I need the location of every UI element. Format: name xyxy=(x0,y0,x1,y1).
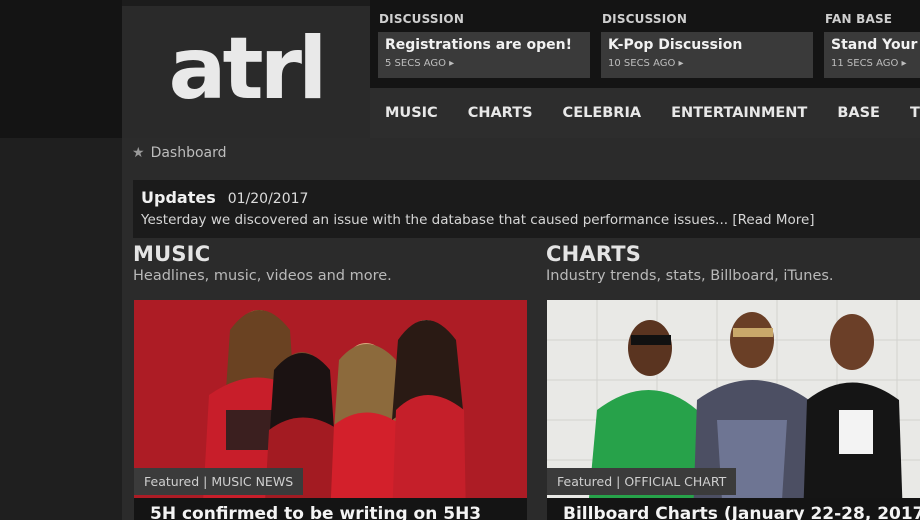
section-subtitle: Headlines, music, videos and more. xyxy=(133,268,392,284)
discussion-category: DISCUSSION xyxy=(379,12,465,26)
nav-celebria[interactable]: CELEBRIA xyxy=(548,105,657,121)
star-icon: ★ xyxy=(132,145,145,161)
music-section: MUSIC Headlines, music, videos and more. xyxy=(133,242,392,284)
discussion-time: 10 SECS AGO ▸ xyxy=(608,58,684,69)
music-headline[interactable]: 5H confirmed to be writing on 5H3 xyxy=(134,498,527,520)
discussion-time: 5 SECS AGO ▸ xyxy=(385,58,455,69)
nav-base[interactable]: BASE xyxy=(822,105,895,121)
discussion-category: FAN BASE xyxy=(825,12,893,26)
breadcrumb-dashboard[interactable]: Dashboard xyxy=(151,145,227,161)
left-gutter xyxy=(0,138,122,520)
charts-section: CHARTS Industry trends, stats, Billboard… xyxy=(546,242,834,284)
charts-headline[interactable]: Billboard Charts (January 22-28, 2017) xyxy=(547,498,920,520)
discussion-item[interactable]: FAN BASE Stand Your G 11 SECS AGO ▸ xyxy=(816,12,920,78)
updates-date: 01/20/2017 xyxy=(227,191,309,207)
main-nav: MUSIC CHARTS CELEBRIA ENTERTAINMENT BASE… xyxy=(370,88,920,138)
left-header-strip xyxy=(0,0,122,138)
discussion-ticker: DISCUSSION Registrations are open! 5 SEC… xyxy=(370,0,920,88)
section-subtitle: Industry trends, stats, Billboard, iTune… xyxy=(546,268,834,284)
updates-notice: Updates 01/20/2017 Yesterday we discover… xyxy=(133,180,920,238)
discussion-item[interactable]: DISCUSSION K-Pop Discussion 10 SECS AGO … xyxy=(593,12,813,78)
nav-charts[interactable]: CHARTS xyxy=(453,105,548,121)
headline-bar[interactable]: Billboard Charts (January 22-28, 2017) xyxy=(547,498,920,520)
headline-bar[interactable]: 5H confirmed to be writing on 5H3 xyxy=(134,498,527,520)
updates-text[interactable]: Yesterday we discovered an issue with th… xyxy=(141,212,912,228)
discussion-card[interactable]: Registrations are open! 5 SECS AGO ▸ xyxy=(378,32,590,78)
updates-title: Updates xyxy=(141,188,216,207)
logo-text: atrl xyxy=(168,19,327,119)
charts-featured-image[interactable]: Featured | OFFICIAL CHART Billboard Char… xyxy=(547,300,920,520)
breadcrumb: ★ Dashboard xyxy=(132,145,227,161)
nav-music[interactable]: MUSIC xyxy=(370,105,453,121)
discussion-title[interactable]: Stand Your G xyxy=(831,37,920,53)
featured-tag[interactable]: Featured | OFFICIAL CHART xyxy=(547,468,737,495)
discussion-title[interactable]: Registrations are open! xyxy=(385,37,583,53)
discussion-category: DISCUSSION xyxy=(602,12,688,26)
nav-entertainment[interactable]: ENTERTAINMENT xyxy=(656,105,822,121)
discussion-time: 11 SECS AGO ▸ xyxy=(831,58,907,69)
featured-tag[interactable]: Featured | MUSIC NEWS xyxy=(134,468,304,495)
section-title[interactable]: MUSIC xyxy=(133,242,392,266)
discussion-title[interactable]: K-Pop Discussion xyxy=(608,37,806,53)
nav-the-lounge[interactable]: THE LOU xyxy=(895,105,920,121)
discussion-card[interactable]: Stand Your G 11 SECS AGO ▸ xyxy=(824,32,920,78)
music-featured-image[interactable]: Featured | MUSIC NEWS 5H confirmed to be… xyxy=(134,300,527,520)
discussion-card[interactable]: K-Pop Discussion 10 SECS AGO ▸ xyxy=(601,32,813,78)
main-content: ★ Dashboard Updates 01/20/2017 Yesterday… xyxy=(122,138,920,520)
site-logo[interactable]: atrl xyxy=(122,6,370,138)
section-title[interactable]: CHARTS xyxy=(546,242,834,266)
discussion-item[interactable]: DISCUSSION Registrations are open! 5 SEC… xyxy=(370,12,590,78)
